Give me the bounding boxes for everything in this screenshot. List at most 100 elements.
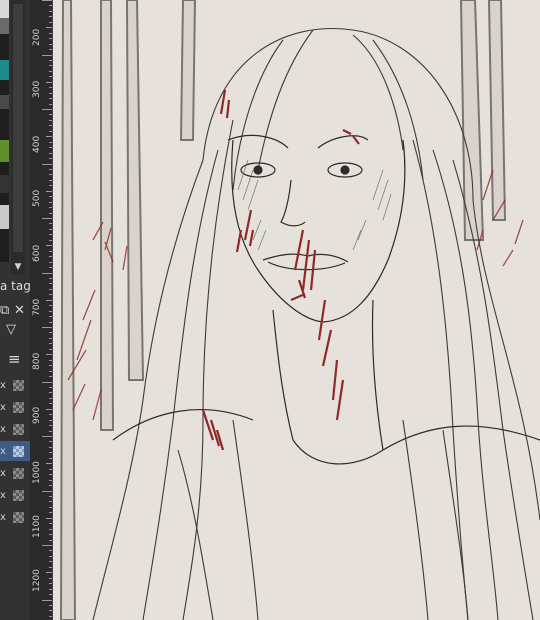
ruler-tick (49, 49, 52, 51)
ruler-tick (42, 327, 52, 328)
ruler-tick (49, 10, 52, 12)
ruler-tick (49, 337, 52, 339)
alpha-lock-icon[interactable] (13, 423, 24, 435)
ruler-tick (49, 594, 52, 596)
ruler-tick (49, 316, 52, 318)
ruler-label: 400 (32, 135, 42, 153)
ruler-tick (49, 386, 52, 388)
menu-icon[interactable]: ≡ (8, 352, 21, 367)
ruler-tick (49, 152, 52, 154)
ruler-tick (49, 179, 52, 181)
ruler-tick (49, 196, 52, 198)
ruler-tick (49, 212, 52, 214)
alpha-lock-icon[interactable] (13, 445, 24, 457)
ruler-tick (49, 261, 52, 263)
ruler-tick (42, 109, 52, 110)
ruler-label: 200 (32, 28, 42, 46)
ruler-tick (49, 174, 52, 176)
ruler-tick (49, 65, 52, 67)
layer-row[interactable]: x (0, 463, 30, 483)
ruler-label: 1200 (32, 569, 42, 592)
tab-float-icon[interactable]: ⧉ (0, 304, 9, 318)
layer-row-selected[interactable]: x (0, 441, 30, 461)
ruler-tick (46, 136, 52, 138)
ruler-tick (49, 534, 52, 536)
brush-preset-thumbnails[interactable] (0, 0, 9, 262)
ruler-tick (49, 392, 52, 394)
tag-label: a tag (0, 279, 30, 293)
ruler-tick (49, 38, 52, 40)
ruler-tick (49, 446, 52, 448)
layer-row[interactable]: x (0, 507, 30, 527)
drawing-canvas[interactable] (53, 0, 540, 620)
ruler-tick (49, 87, 52, 89)
ruler-tick (49, 267, 52, 269)
ruler-tick (49, 425, 52, 427)
ruler-tick (49, 92, 52, 94)
ruler-tick (42, 436, 52, 437)
ruler-label: 300 (32, 80, 42, 98)
ruler-tick (49, 288, 52, 290)
ruler-tick (49, 168, 52, 170)
alpha-lock-icon[interactable] (13, 379, 24, 391)
layer-alpha-icon[interactable]: x (0, 490, 10, 501)
ruler-tick (49, 419, 52, 421)
left-docker-panel: ▼ a tag ⧉ ✕ ▽ ≡ x x x x x x x (0, 0, 30, 620)
ruler-tick (49, 283, 52, 285)
layer-alpha-icon[interactable]: x (0, 424, 10, 435)
ruler-tick (42, 490, 52, 492)
ruler-tick (49, 376, 52, 378)
layer-row[interactable]: x (0, 397, 30, 417)
ruler-tick (49, 223, 52, 225)
alpha-lock-icon[interactable] (13, 467, 24, 479)
layer-row[interactable]: x (0, 419, 30, 439)
ruler-tick (46, 408, 52, 410)
ruler-tick (46, 299, 52, 301)
ruler-tick (49, 228, 52, 230)
ruler-tick (49, 141, 52, 143)
layer-alpha-icon[interactable]: x (0, 468, 10, 479)
ruler-tick (49, 147, 52, 149)
ruler-tick (49, 332, 52, 334)
ruler-tick (49, 359, 52, 361)
layer-alpha-icon[interactable]: x (0, 402, 10, 413)
ruler-tick (49, 239, 52, 241)
ruler-tick (49, 615, 52, 617)
scroll-down-icon[interactable]: ▼ (11, 260, 25, 274)
ruler-label: 500 (32, 189, 42, 207)
alpha-lock-icon[interactable] (13, 489, 24, 501)
alpha-lock-icon[interactable] (13, 401, 24, 413)
ruler-tick (49, 32, 52, 34)
ruler-label: 1100 (32, 515, 42, 538)
ruler-tick (42, 272, 52, 274)
ruler-label: 600 (32, 244, 42, 262)
presets-scrollbar[interactable] (11, 0, 25, 274)
ruler-tick (42, 218, 52, 219)
ruler-tick (49, 506, 52, 508)
ruler-tick (49, 561, 52, 563)
ruler-tick (49, 158, 52, 160)
ruler-tick (46, 354, 52, 356)
layer-alpha-icon[interactable]: x (0, 446, 10, 457)
ruler-tick (49, 370, 52, 372)
layer-row[interactable]: x (0, 375, 30, 395)
filter-icon[interactable]: ▽ (6, 323, 16, 337)
ruler-tick (49, 125, 52, 127)
ruler-tick (49, 103, 52, 105)
close-icon[interactable]: ✕ (14, 304, 25, 318)
ruler-tick (49, 457, 52, 459)
ruler-tick (49, 277, 52, 279)
scrollbar-thumb[interactable] (13, 4, 23, 252)
layer-alpha-icon[interactable]: x (0, 512, 10, 523)
ruler-tick (49, 343, 52, 345)
ruler-tick (42, 545, 52, 546)
vertical-ruler[interactable]: 200 300 400 500 600 700 800 900 1000 110… (30, 0, 53, 620)
ruler-tick (49, 604, 52, 606)
alpha-lock-icon[interactable] (13, 511, 24, 523)
layer-alpha-icon[interactable]: x (0, 380, 10, 391)
layer-row[interactable]: x (0, 485, 30, 505)
ruler-tick (49, 539, 52, 541)
ruler-tick (49, 365, 52, 367)
ruler-tick (49, 321, 52, 323)
ruler-tick (49, 234, 52, 236)
